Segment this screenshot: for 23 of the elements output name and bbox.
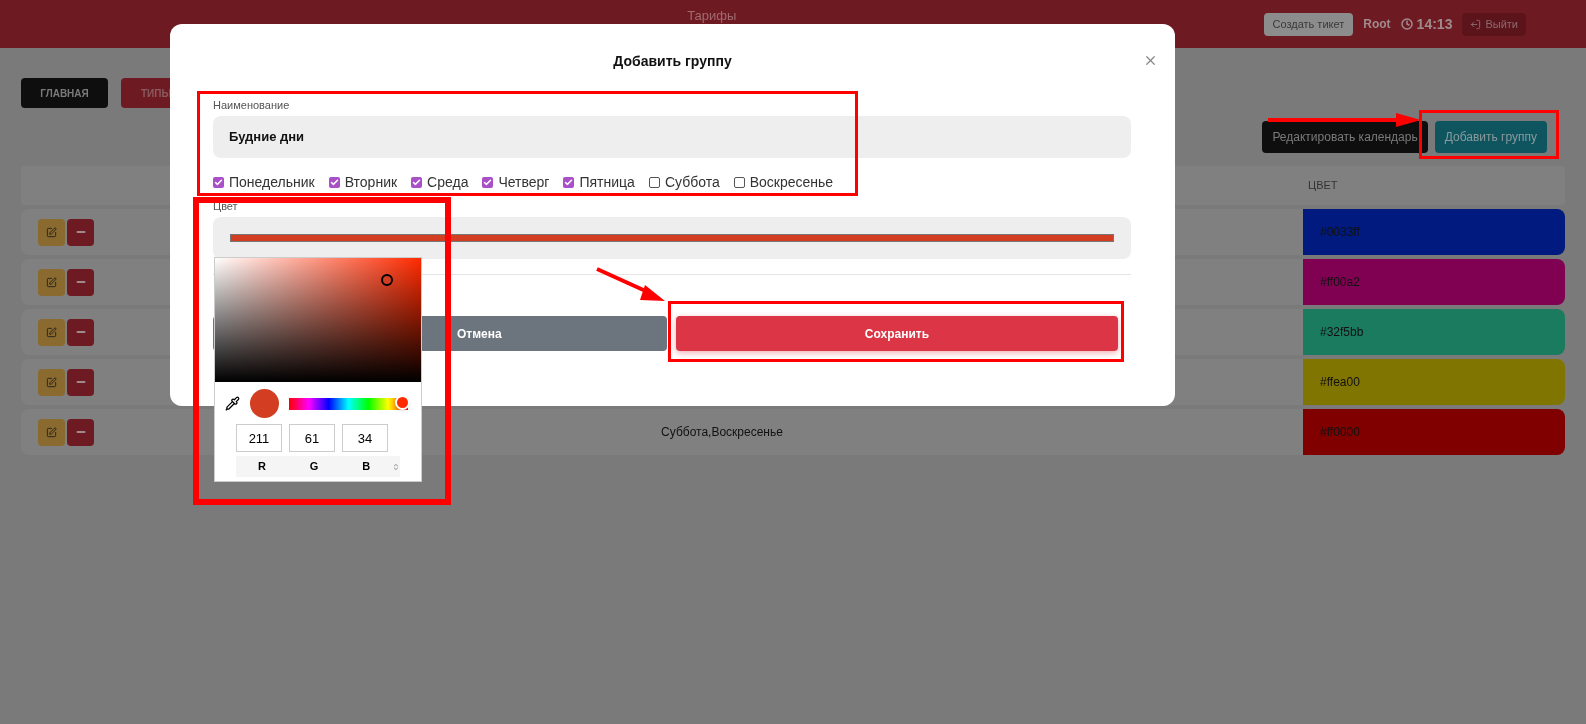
modal-title: Добавить группу — [613, 52, 732, 71]
channel-label: R — [258, 459, 266, 475]
day-label: Воскресенье — [749, 173, 834, 192]
day-label: Четверг — [498, 173, 550, 192]
table-cell-text: Суббота,Воскресенье — [661, 424, 783, 441]
color-value: #32f5bb — [1320, 324, 1364, 341]
day-label: Вторник — [344, 173, 398, 192]
color-value: #ff00a2 — [1320, 274, 1360, 291]
channel-label: G — [309, 459, 319, 475]
day-label: Среда — [427, 173, 469, 192]
color-value: #0033ff — [1320, 224, 1360, 241]
column-header: ЦВЕТ — [1307, 178, 1339, 194]
color-value: #ff0000 — [1320, 424, 1360, 441]
channel-label: B — [362, 459, 371, 475]
day-label: Понедельник — [229, 173, 315, 192]
day-label: Пятница — [579, 173, 635, 192]
clock-time: 14:13 — [1416, 14, 1453, 34]
day-label: Суббота — [664, 173, 720, 192]
field-label: Наименование — [213, 99, 290, 111]
user-name: Root — [1363, 16, 1391, 33]
field-label: Цвет — [213, 200, 238, 212]
page-title: Тарифы — [687, 7, 737, 26]
color-value: #ffea00 — [1320, 374, 1360, 391]
